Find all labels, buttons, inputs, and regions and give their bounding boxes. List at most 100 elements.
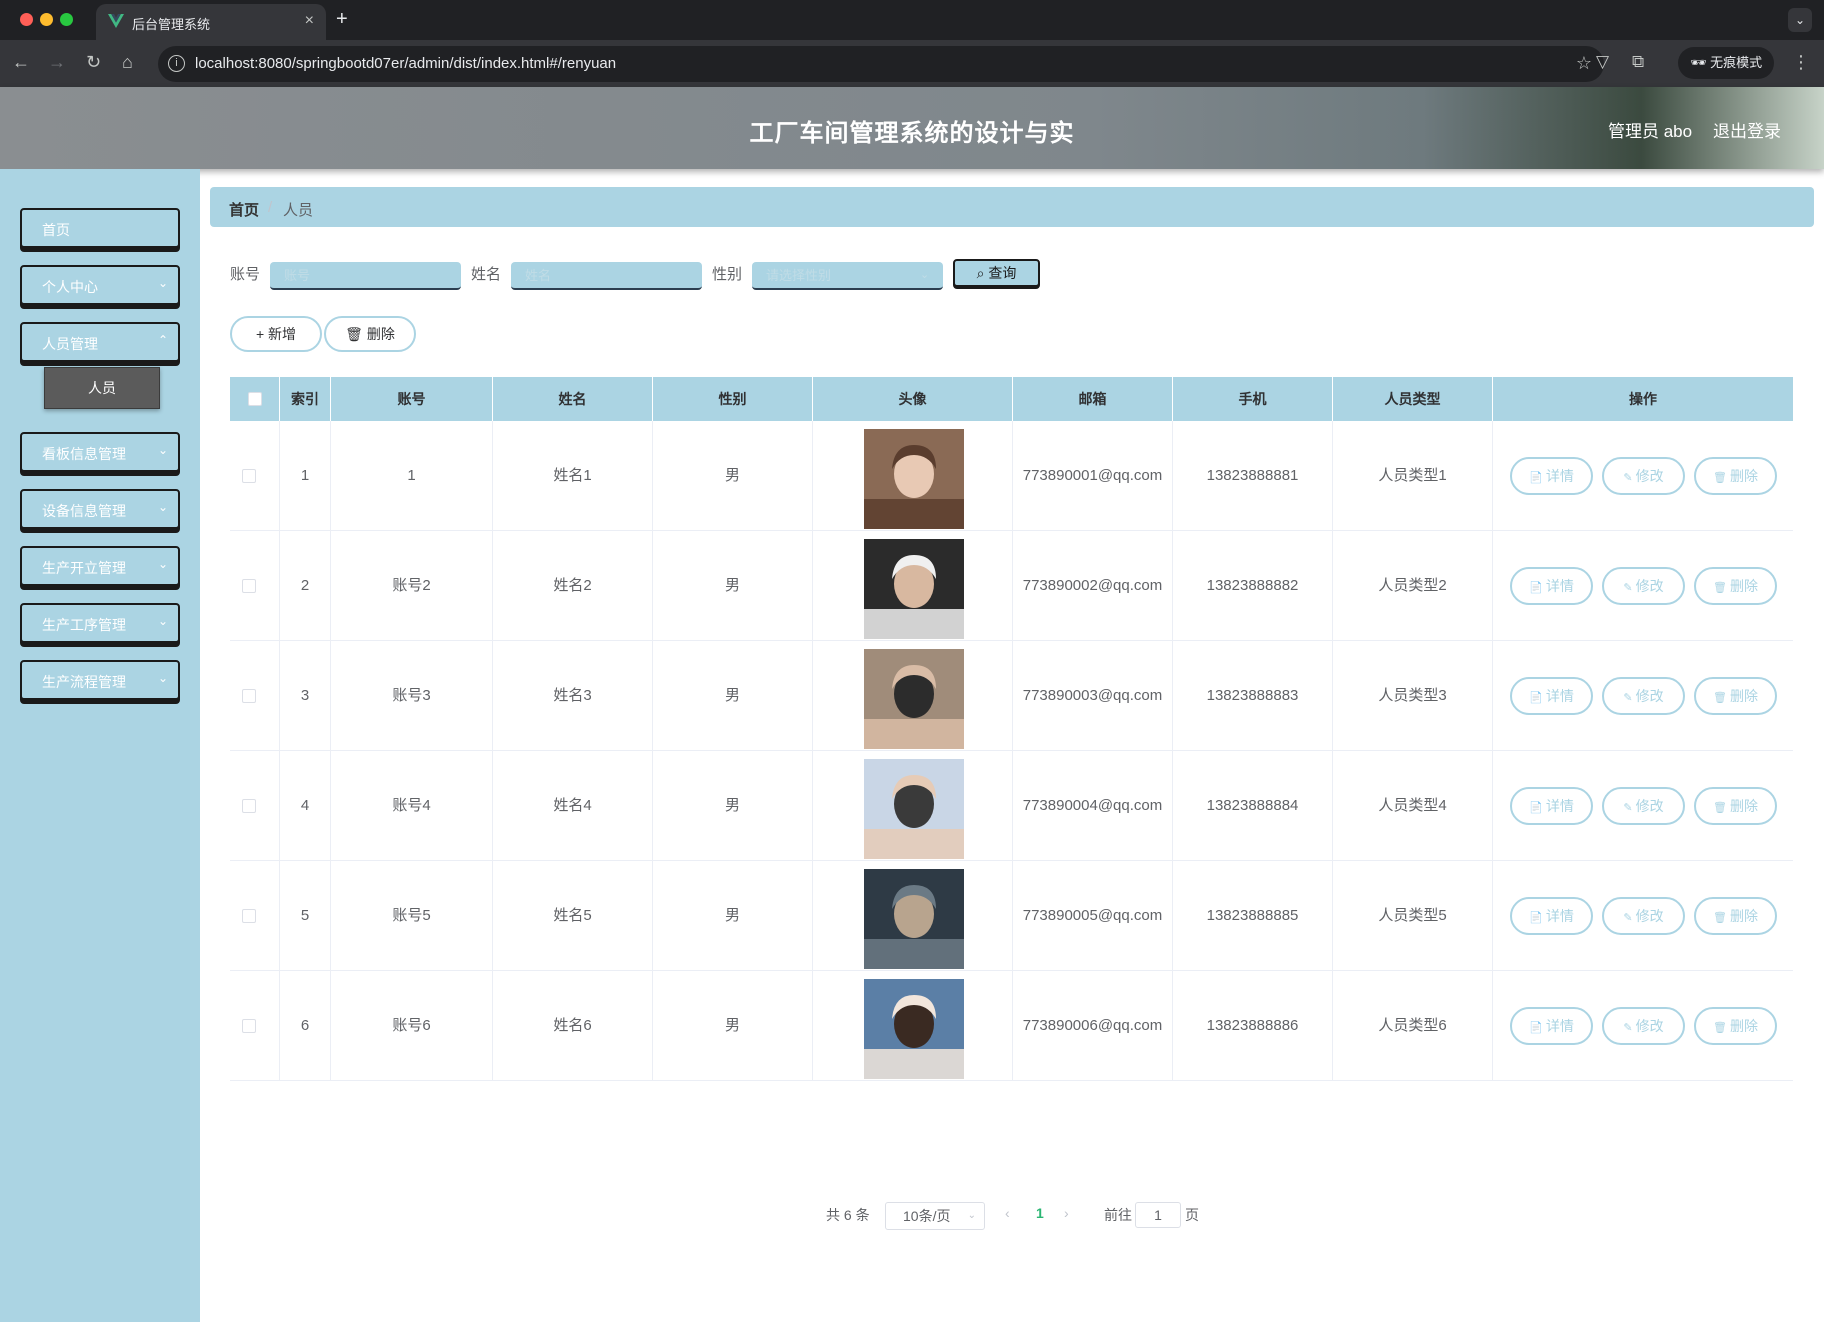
incognito-badge[interactable]: 🕶 无痕模式 bbox=[1678, 47, 1775, 79]
edit-button[interactable]: ✎ 修改 bbox=[1602, 567, 1685, 605]
cell-phone: 13823888881 bbox=[1173, 421, 1333, 531]
row-checkbox[interactable] bbox=[242, 799, 256, 813]
delete-row-button[interactable]: 🗑 删除 bbox=[1694, 567, 1777, 605]
site-info-icon[interactable]: i bbox=[168, 55, 185, 72]
breadcrumb-current: 人员 bbox=[283, 202, 314, 219]
bookmark-star-icon[interactable]: ☆ bbox=[1576, 53, 1592, 74]
maximize-window-button[interactable] bbox=[60, 13, 73, 26]
page-size-select[interactable]: 10条/页 ⌄ bbox=[885, 1202, 985, 1230]
plus-icon: + bbox=[255, 326, 265, 342]
browser-tab[interactable]: 后台管理系统 × bbox=[96, 4, 326, 40]
browser-tab-bar: 后台管理系统 × + ⌄ bbox=[0, 0, 1824, 40]
document-icon: 📄 bbox=[1529, 1022, 1546, 1034]
app-header: 工厂车间管理系统的设计与实 管理员 abo 退出登录 bbox=[0, 87, 1824, 169]
edit-button-label: 修改 bbox=[1635, 688, 1664, 704]
cell-index: 5 bbox=[280, 861, 331, 971]
page-size-value: 10条/页 bbox=[903, 1208, 951, 1224]
cell-email: 773890004@qq.com bbox=[1013, 751, 1173, 861]
row-checkbox[interactable] bbox=[242, 909, 256, 923]
column-header-type: 人员类型 bbox=[1333, 377, 1493, 421]
edit-button-label: 修改 bbox=[1635, 908, 1664, 924]
delete-row-button[interactable]: 🗑 删除 bbox=[1694, 897, 1777, 935]
detail-button[interactable]: 📄 详情 bbox=[1510, 677, 1593, 715]
delete-row-button[interactable]: 🗑 删除 bbox=[1694, 677, 1777, 715]
cell-account: 1 bbox=[331, 421, 493, 531]
sidebar-item-home[interactable]: 首页 bbox=[20, 208, 180, 248]
next-page-icon[interactable]: › bbox=[1064, 1205, 1069, 1221]
vue-logo-icon bbox=[108, 14, 124, 28]
cell-name: 姓名6 bbox=[493, 971, 653, 1081]
sidebar-item-production-order[interactable]: 生产开立管理 ⌄ bbox=[20, 546, 180, 586]
tab-search-button[interactable]: ⌄ bbox=[1788, 8, 1812, 32]
row-checkbox[interactable] bbox=[242, 1019, 256, 1033]
sidebar-item-equipment-info[interactable]: 设备信息管理 ⌄ bbox=[20, 489, 180, 529]
home-icon[interactable]: ⌂ bbox=[122, 52, 133, 73]
row-checkbox[interactable] bbox=[242, 469, 256, 483]
sidebar-subitem-personnel[interactable]: 人员 bbox=[44, 367, 160, 409]
gender-select[interactable] bbox=[752, 262, 943, 290]
sidebar-item-label: 人员管理 bbox=[42, 336, 98, 352]
prev-page-icon[interactable]: ‹ bbox=[1005, 1205, 1010, 1221]
detail-button-label: 详情 bbox=[1545, 1018, 1574, 1034]
delete-row-button-label: 删除 bbox=[1730, 1018, 1759, 1034]
address-bar[interactable]: i localhost:8080/springbootd07er/admin/d… bbox=[158, 46, 1604, 82]
edit-button[interactable]: ✎ 修改 bbox=[1602, 457, 1685, 495]
edit-button[interactable]: ✎ 修改 bbox=[1602, 677, 1685, 715]
edit-button[interactable]: ✎ 修改 bbox=[1602, 1007, 1685, 1045]
forward-icon[interactable]: → bbox=[48, 52, 66, 73]
query-button-label: 查询 bbox=[988, 265, 1017, 281]
vue-devtools-extension-icon[interactable]: ▽ bbox=[1596, 52, 1609, 72]
row-checkbox[interactable] bbox=[242, 689, 256, 703]
sidebar-item-production-flow[interactable]: 生产流程管理 ⌄ bbox=[20, 660, 180, 700]
close-tab-icon[interactable]: × bbox=[305, 12, 314, 30]
name-label: 姓名 bbox=[471, 266, 502, 283]
batch-delete-button[interactable]: 🗑 删除 bbox=[324, 316, 416, 352]
row-checkbox[interactable] bbox=[242, 579, 256, 593]
edit-button[interactable]: ✎ 修改 bbox=[1602, 787, 1685, 825]
delete-row-button[interactable]: 🗑 删除 bbox=[1694, 787, 1777, 825]
sidebar-item-personal-center[interactable]: 个人中心 ⌄ bbox=[20, 265, 180, 305]
sidebar-item-label: 看板信息管理 bbox=[42, 446, 126, 462]
incognito-icon: 🕶 bbox=[1690, 55, 1707, 70]
detail-button[interactable]: 📄 详情 bbox=[1510, 897, 1593, 935]
delete-row-button[interactable]: 🗑 删除 bbox=[1694, 457, 1777, 495]
column-header-index: 索引 bbox=[280, 377, 331, 421]
avatar-image bbox=[864, 869, 964, 969]
url-text: localhost:8080/springbootd07er/admin/dis… bbox=[195, 55, 617, 72]
close-window-button[interactable] bbox=[20, 13, 33, 26]
detail-button[interactable]: 📄 详情 bbox=[1510, 787, 1593, 825]
add-button[interactable]: + 新增 bbox=[230, 316, 322, 352]
sidebar-item-personnel-management[interactable]: 人员管理 ⌃ bbox=[20, 322, 180, 362]
select-all-checkbox[interactable] bbox=[248, 392, 262, 406]
minimize-window-button[interactable] bbox=[40, 13, 53, 26]
delete-row-button-label: 删除 bbox=[1730, 908, 1759, 924]
browser-menu-icon[interactable]: ⋮ bbox=[1792, 52, 1810, 73]
breadcrumb-home-link[interactable]: 首页 bbox=[229, 199, 259, 220]
sidebar-item-label: 生产工序管理 bbox=[42, 617, 126, 633]
goto-page-input[interactable]: 1 bbox=[1135, 1202, 1181, 1228]
detail-button[interactable]: 📄 详情 bbox=[1510, 567, 1593, 605]
sidebar-item-production-process[interactable]: 生产工序管理 ⌄ bbox=[20, 603, 180, 643]
detail-button[interactable]: 📄 详情 bbox=[1510, 1007, 1593, 1045]
cell-gender: 男 bbox=[653, 751, 813, 861]
trash-icon: 🗑 bbox=[1712, 802, 1731, 814]
query-button[interactable]: ⌕ 查询 bbox=[953, 259, 1040, 287]
new-tab-button[interactable]: + bbox=[336, 8, 348, 31]
name-search-input[interactable] bbox=[511, 262, 702, 290]
detail-button[interactable]: 📄 详情 bbox=[1510, 457, 1593, 495]
tab-title: 后台管理系统 bbox=[132, 17, 211, 32]
page-number-current[interactable]: 1 bbox=[1036, 1205, 1044, 1221]
cell-gender: 男 bbox=[653, 641, 813, 751]
reload-icon[interactable]: ↻ bbox=[86, 52, 101, 73]
column-header-account: 账号 bbox=[331, 377, 493, 421]
sidebar-item-board-info[interactable]: 看板信息管理 ⌄ bbox=[20, 432, 180, 472]
delete-row-button[interactable]: 🗑 删除 bbox=[1694, 1007, 1777, 1045]
logout-link[interactable]: 退出登录 bbox=[1713, 117, 1781, 142]
edit-button-label: 修改 bbox=[1635, 798, 1664, 814]
extensions-puzzle-icon[interactable]: ⧉ bbox=[1632, 52, 1644, 72]
column-header-email: 邮箱 bbox=[1013, 377, 1173, 421]
cell-type: 人员类型3 bbox=[1333, 641, 1493, 751]
back-icon[interactable]: ← bbox=[12, 52, 30, 73]
account-search-input[interactable] bbox=[270, 262, 461, 290]
edit-button[interactable]: ✎ 修改 bbox=[1602, 897, 1685, 935]
